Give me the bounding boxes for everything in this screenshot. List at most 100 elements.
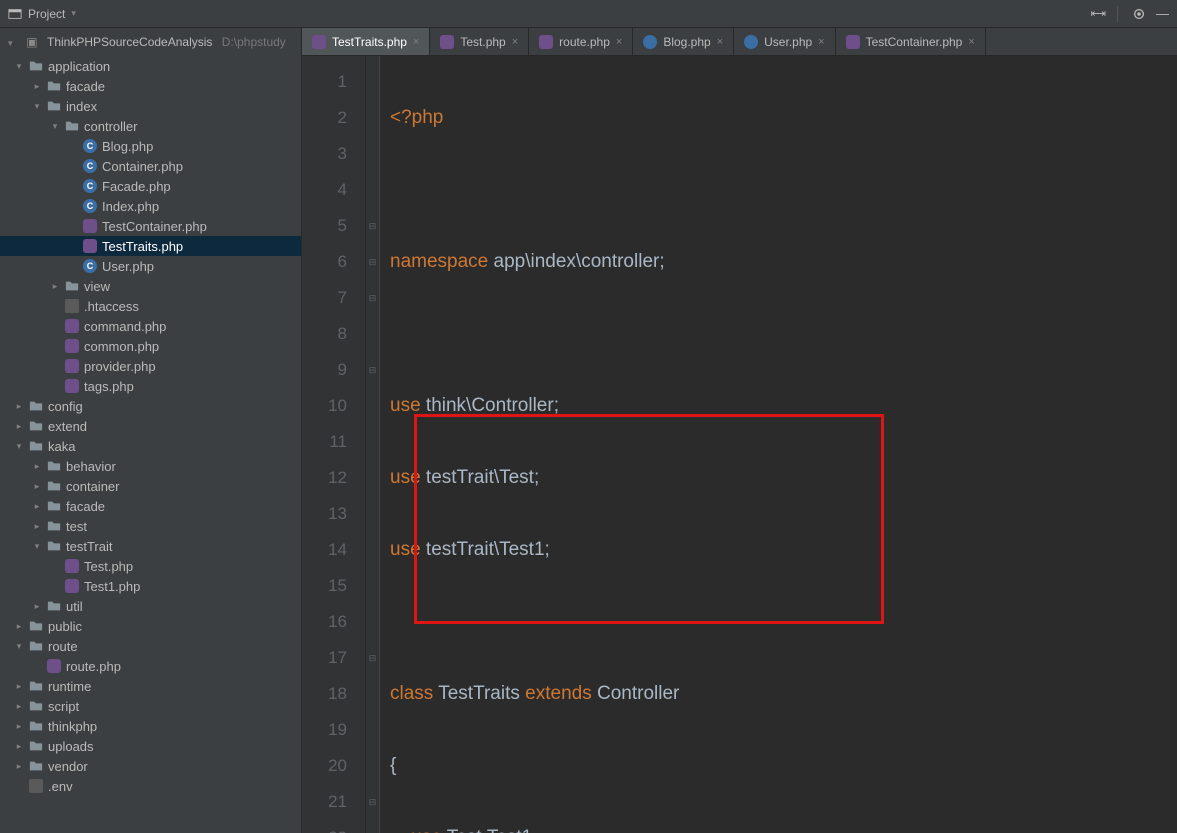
tree-node[interactable]: ▾route [0, 636, 301, 656]
folder-icon [46, 498, 62, 514]
tree-node[interactable]: ▸behavior [0, 456, 301, 476]
fold-marker[interactable]: ⊟ [366, 280, 379, 316]
tree-node[interactable]: User.php [0, 256, 301, 276]
tree-node[interactable]: command.php [0, 316, 301, 336]
editor-tab[interactable]: TestContainer.php× [836, 28, 986, 55]
node-label: .htaccess [84, 299, 139, 314]
line-number: 19 [302, 712, 347, 748]
tree-node[interactable]: ▸script [0, 696, 301, 716]
tree-node[interactable]: ▸extend [0, 416, 301, 436]
folder-icon: ▣ [24, 34, 40, 50]
tree-node[interactable]: TestContainer.php [0, 216, 301, 236]
editor-tab[interactable]: Test.php× [430, 28, 529, 55]
class-icon [82, 258, 98, 274]
collapse-icon[interactable]: ⇤⇥ [1091, 7, 1103, 20]
tree-node[interactable]: ▸ config [0, 396, 301, 416]
chevron-icon: ▸ [14, 681, 24, 692]
fold-marker [366, 460, 379, 496]
tree-node[interactable]: ▾application [0, 56, 301, 76]
tree-node[interactable]: ▸public [0, 616, 301, 636]
tree-node[interactable]: ▸thinkphp [0, 716, 301, 736]
line-number: 15 [302, 568, 347, 604]
tree-node[interactable]: ▸facade [0, 496, 301, 516]
tree-node[interactable]: ▸facade [0, 76, 301, 96]
code-content[interactable]: <?php namespace app\index\controller; us… [380, 56, 1177, 833]
code-editor[interactable]: 12345678910111213141516171819202122 ⊟⊟⊟⊟… [302, 56, 1177, 833]
tree-node[interactable]: Blog.php [0, 136, 301, 156]
fold-marker[interactable]: ⊟ [366, 244, 379, 280]
chevron-icon: ▸ [14, 761, 24, 772]
close-icon[interactable]: × [818, 36, 824, 48]
gear-icon[interactable] [1132, 7, 1146, 21]
project-label[interactable]: Project [28, 7, 65, 21]
tree-node[interactable]: Facade.php [0, 176, 301, 196]
fold-marker [366, 532, 379, 568]
chevron-icon [68, 201, 78, 211]
fold-marker[interactable]: ⊟ [366, 208, 379, 244]
tree-node[interactable]: ▸uploads [0, 736, 301, 756]
fold-marker[interactable]: ⊟ [366, 820, 379, 833]
close-icon[interactable]: × [413, 36, 419, 48]
node-label: Container.php [102, 159, 183, 174]
php-icon [64, 338, 80, 354]
fold-marker[interactable]: ⊟ [366, 640, 379, 676]
close-icon[interactable]: × [717, 36, 723, 48]
tree-node[interactable]: provider.php [0, 356, 301, 376]
class-icon [82, 158, 98, 174]
tree-node[interactable]: ▸vendor [0, 756, 301, 776]
chevron-icon [50, 341, 60, 351]
node-label: Index.php [102, 199, 159, 214]
close-icon[interactable]: × [616, 36, 622, 48]
chevron-icon [68, 141, 78, 151]
node-label: container [66, 479, 119, 494]
node-label: route [48, 639, 78, 654]
node-label: TestTraits.php [102, 239, 183, 254]
close-icon[interactable]: × [968, 36, 974, 48]
folder-icon [64, 278, 80, 294]
tree-node[interactable]: ▸util [0, 596, 301, 616]
php-icon [440, 35, 454, 49]
tree-node[interactable]: Container.php [0, 156, 301, 176]
tree-node[interactable]: ▸view [0, 276, 301, 296]
tree-node[interactable]: Test1.php [0, 576, 301, 596]
fold-marker [366, 64, 379, 100]
tree-node[interactable]: ▾index [0, 96, 301, 116]
folder-icon [46, 78, 62, 94]
node-label: config [48, 399, 83, 414]
minimize-icon[interactable]: — [1156, 6, 1169, 21]
tree-node[interactable]: common.php [0, 336, 301, 356]
close-icon[interactable]: × [512, 36, 518, 48]
editor-tab[interactable]: User.php× [734, 28, 835, 55]
chevron-icon: ▸ [14, 401, 24, 412]
tree-node[interactable]: tags.php [0, 376, 301, 396]
line-number: 4 [302, 172, 347, 208]
tree-node[interactable]: ▸container [0, 476, 301, 496]
fold-marker[interactable]: ⊟ [366, 784, 379, 820]
fold-marker[interactable]: ⊟ [366, 352, 379, 388]
editor-tab[interactable]: TestTraits.php × [302, 28, 430, 55]
tree-node[interactable]: .env [0, 776, 301, 796]
chevron-icon: ▾ [14, 441, 24, 452]
tree-node[interactable]: ▾controller [0, 116, 301, 136]
toolbar: Project ▾ ⇤⇥ — [0, 0, 1177, 28]
tree-node[interactable]: ▾testTrait [0, 536, 301, 556]
tree-node[interactable]: route.php [0, 656, 301, 676]
highlight-box [414, 414, 884, 624]
fold-marker [366, 100, 379, 136]
tab-label: TestTraits.php [332, 35, 407, 49]
tree-node[interactable]: ▾kaka [0, 436, 301, 456]
tree-node[interactable]: Test.php [0, 556, 301, 576]
tree-node[interactable]: ▸runtime [0, 676, 301, 696]
editor-tab[interactable]: Blog.php× [633, 28, 734, 55]
tree-node[interactable]: Index.php [0, 196, 301, 216]
tree-node[interactable]: ▸test [0, 516, 301, 536]
chevron-icon [32, 661, 42, 671]
line-number: 18 [302, 676, 347, 712]
tree-node[interactable]: .htaccess [0, 296, 301, 316]
folder-icon [28, 418, 44, 434]
fold-marker [366, 712, 379, 748]
editor-tab[interactable]: route.php× [529, 28, 633, 55]
line-number: 3 [302, 136, 347, 172]
node-label: Blog.php [102, 139, 153, 154]
tree-node[interactable]: TestTraits.php [0, 236, 301, 256]
